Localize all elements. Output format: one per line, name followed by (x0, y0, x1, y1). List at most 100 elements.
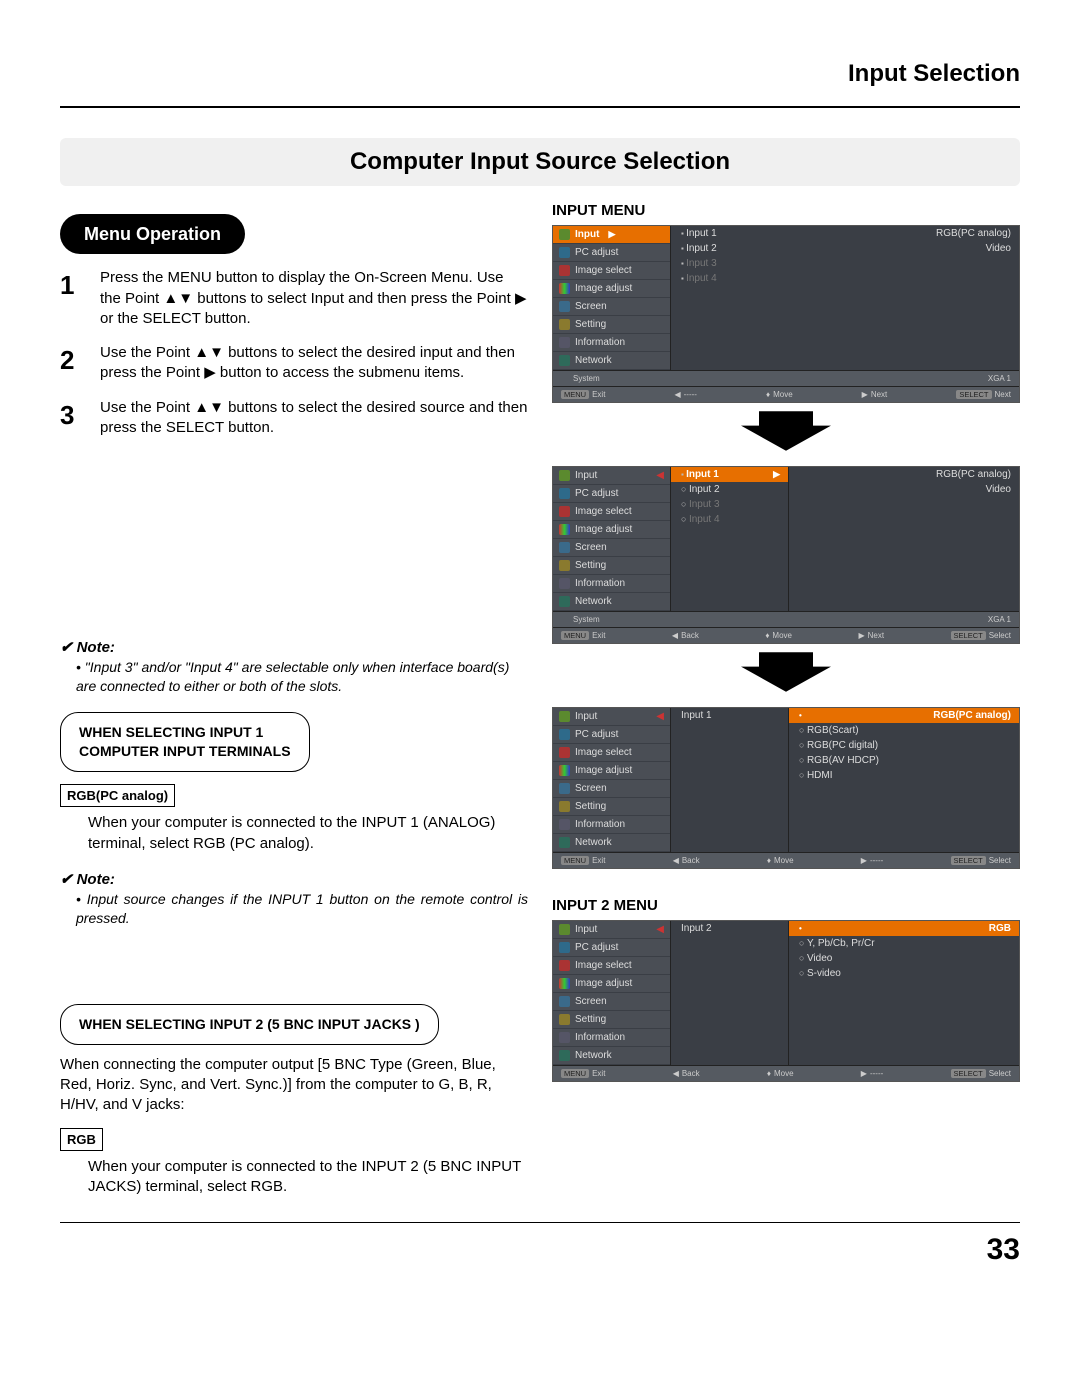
tag-rgb: RGB (60, 1128, 103, 1152)
information-icon (559, 819, 570, 830)
osd2-side-imageadjust[interactable]: Image adjust (553, 521, 670, 539)
osd2-input2[interactable]: Input 2 (671, 482, 788, 497)
osd2-side-setting[interactable]: Setting (553, 557, 670, 575)
osd-screenshot-2: Input◀ PC adjust Image select Image adju… (552, 466, 1020, 644)
osd-side-input[interactable]: Input (553, 226, 670, 244)
step-2-text: Use the Point ▲▼ buttons to select the d… (100, 343, 528, 384)
osd3-side-information[interactable]: Information (553, 816, 670, 834)
osd2-side-network[interactable]: Network (553, 593, 670, 611)
setting-icon (559, 560, 570, 571)
osd-side-setting[interactable]: Setting (553, 316, 670, 334)
osd4-side-imageselect[interactable]: Image select (553, 957, 670, 975)
page-header: Input Selection (60, 60, 1020, 88)
osd2-footer: MENUExit ◀ Back ♦ Move ▶ Next SELECTSele… (553, 627, 1019, 643)
input-icon (559, 711, 570, 722)
note-1-body: "Input 3" and/or "Input 4" are selectabl… (76, 658, 528, 696)
rgb-body: When your computer is connected to the I… (88, 1157, 528, 1198)
osd3-src-digital[interactable]: RGB(PC digital) (789, 738, 1019, 753)
osd2-input4: Input 4 (671, 512, 788, 527)
osd4-side-network[interactable]: Network (553, 1047, 670, 1065)
osd3-src-rgbanalog[interactable]: •RGB(PC analog) (789, 708, 1019, 723)
pcadjust-icon (559, 729, 570, 740)
flow-arrow-2 (552, 652, 1020, 695)
rgbpc-body: When your computer is connected to the I… (88, 813, 528, 854)
setting-icon (559, 801, 570, 812)
step-number-3: 3 (60, 398, 86, 439)
osd3-side-input[interactable]: Input◀ (553, 708, 670, 726)
footer-rule (60, 1222, 1020, 1223)
imageselect-icon (559, 960, 570, 971)
osd3-src-avhdcp[interactable]: RGB(AV HDCP) (789, 753, 1019, 768)
osd4-side-setting[interactable]: Setting (553, 1011, 670, 1029)
step-number-2: 2 (60, 343, 86, 384)
osd4-src-video[interactable]: Video (789, 951, 1019, 966)
osd-input2-row[interactable]: Input 2Video (671, 241, 1019, 256)
information-icon (559, 337, 570, 348)
section-title: Computer Input Source Selection (60, 138, 1020, 186)
osd-side-network[interactable]: Network (553, 352, 670, 370)
note-1-heading: Note: (60, 638, 528, 658)
osd-side-information[interactable]: Information (553, 334, 670, 352)
imageadjust-icon (559, 524, 570, 535)
menu-operation-header: Menu Operation (60, 214, 245, 254)
osd-side-imageadjust[interactable]: Image adjust (553, 280, 670, 298)
osd-input1-row[interactable]: Input 1RGB(PC analog) (671, 226, 1019, 241)
osd4-src-yprcr[interactable]: Y, Pb/Cb, Pr/Cr (789, 936, 1019, 951)
network-icon (559, 355, 570, 366)
osd-input4-row: Input 4 (671, 271, 1019, 286)
note-2-body: Input source changes if the INPUT 1 butt… (76, 890, 528, 928)
osd-side-pcadjust[interactable]: PC adjust (553, 244, 670, 262)
step-3-text: Use the Point ▲▼ buttons to select the d… (100, 398, 528, 439)
pcadjust-icon (559, 247, 570, 258)
network-icon (559, 596, 570, 607)
osd-side-screen[interactable]: Screen (553, 298, 670, 316)
callout-input2: WHEN SELECTING INPUT 2 (5 BNC INPUT JACK… (60, 1004, 439, 1045)
imageadjust-icon (559, 978, 570, 989)
osd4-src-rgb[interactable]: •RGB (789, 921, 1019, 936)
setting-icon (559, 319, 570, 330)
osd2-side-imageselect[interactable]: Image select (553, 503, 670, 521)
osd2-side-information[interactable]: Information (553, 575, 670, 593)
imageadjust-icon (559, 765, 570, 776)
osd3-side-imageadjust[interactable]: Image adjust (553, 762, 670, 780)
osd4-side-input[interactable]: Input◀ (553, 921, 670, 939)
osd3-side-imageselect[interactable]: Image select (553, 744, 670, 762)
osd2-det-rgbanalog: RGB(PC analog) (789, 467, 1019, 482)
osd3-side-pcadjust[interactable]: PC adjust (553, 726, 670, 744)
input-icon (559, 924, 570, 935)
osd3-side-screen[interactable]: Screen (553, 780, 670, 798)
osd-side-imageselect[interactable]: Image select (553, 262, 670, 280)
osd2-side-input[interactable]: Input◀ (553, 467, 670, 485)
osd2-side-pcadjust[interactable]: PC adjust (553, 485, 670, 503)
tag-rgbpc-analog: RGB(PC analog) (60, 784, 175, 808)
screen-icon (559, 996, 570, 1007)
osd4-src-svideo[interactable]: S-video (789, 966, 1019, 981)
osd2-input3: Input 3 (671, 497, 788, 512)
osd4-side-pcadjust[interactable]: PC adjust (553, 939, 670, 957)
screen-icon (559, 542, 570, 553)
callout-input1: WHEN SELECTING INPUT 1 COMPUTER INPUT TE… (60, 712, 310, 772)
information-icon (559, 1032, 570, 1043)
osd-screenshot-3: Input◀ PC adjust Image select Image adju… (552, 707, 1020, 869)
osd3-src-scart[interactable]: RGB(Scart) (789, 723, 1019, 738)
osd4-side-information[interactable]: Information (553, 1029, 670, 1047)
osd-system-bar: SystemXGA 1 (553, 370, 1019, 386)
osd3-input1-label: Input 1 (671, 708, 788, 723)
osd2-input1[interactable]: Input 1▶ (671, 467, 788, 482)
osd-footer: MENUExit ◀ ----- ♦ Move ▶ Next SELECTNex… (553, 386, 1019, 402)
network-icon (559, 837, 570, 848)
osd4-side-imageadjust[interactable]: Image adjust (553, 975, 670, 993)
osd-screenshot-4: Input◀ PC adjust Image select Image adju… (552, 920, 1020, 1082)
osd2-side-screen[interactable]: Screen (553, 539, 670, 557)
osd-input3-row: Input 3 (671, 256, 1019, 271)
page-number: 33 (60, 1233, 1020, 1267)
osd3-side-setting[interactable]: Setting (553, 798, 670, 816)
osd-screenshot-1: Input PC adjust Image select Image adjus… (552, 225, 1020, 403)
input-menu-title: INPUT MENU (552, 202, 1020, 219)
osd2-det-video: Video (789, 482, 1019, 497)
osd4-side-screen[interactable]: Screen (553, 993, 670, 1011)
osd3-src-hdmi[interactable]: HDMI (789, 768, 1019, 783)
osd3-side-network[interactable]: Network (553, 834, 670, 852)
header-rule (60, 106, 1020, 108)
screen-icon (559, 783, 570, 794)
